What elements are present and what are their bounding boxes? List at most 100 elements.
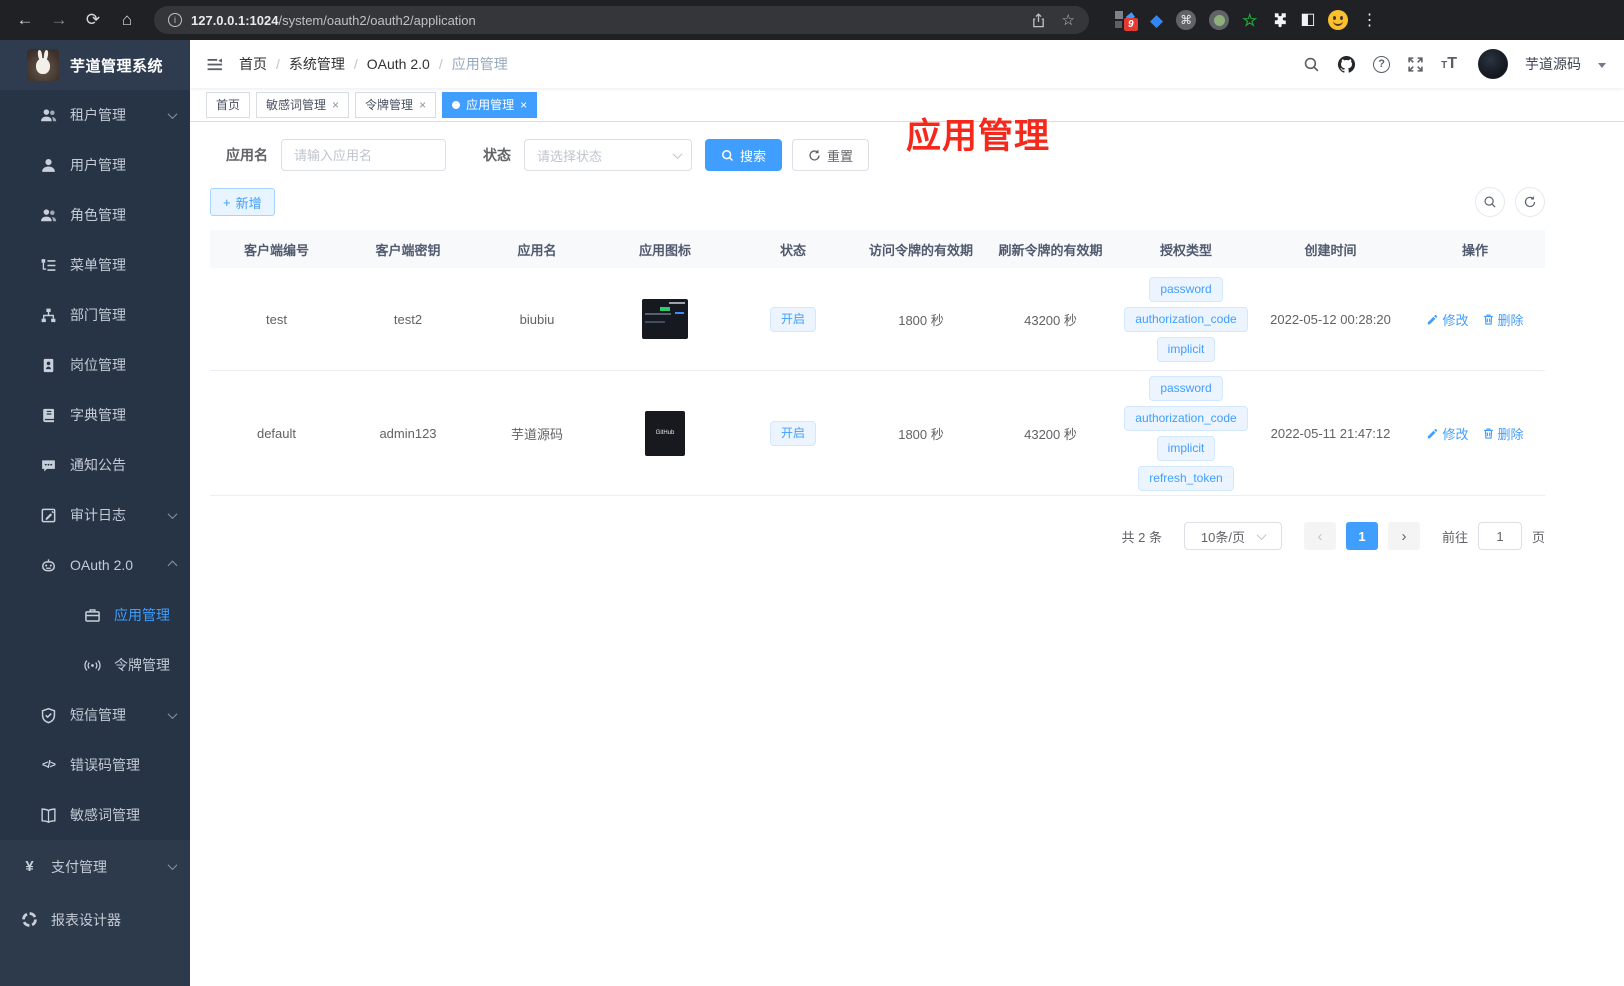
sidebar-item-sensitive-word[interactable]: 敏感词管理 (0, 790, 190, 840)
address-bar[interactable]: i 127.0.0.1:1024/system/oauth2/oauth2/ap… (154, 6, 1089, 34)
org-chart-icon (40, 307, 57, 324)
extensions-puzzle-icon[interactable] (1270, 12, 1287, 29)
close-icon[interactable]: × (419, 98, 426, 112)
sidebar-item-post[interactable]: 岗位管理 (0, 340, 190, 390)
sidebar-item-oauth2-application[interactable]: 应用管理 (0, 590, 190, 640)
search-button[interactable]: 搜索 (705, 139, 783, 171)
browser-extensions: ◆ 9 ◆ ⌘ ☆ ◧ ⋮ (1115, 9, 1377, 31)
code-icon: </> (42, 759, 56, 771)
page-size-select[interactable]: 10条/页 (1183, 522, 1282, 550)
sidebar-item-oauth2-token[interactable]: 令牌管理 (0, 640, 190, 690)
delete-button[interactable]: 删除 (1482, 310, 1524, 329)
red-annotation-label: 应用管理 (906, 117, 1051, 156)
users-icon (40, 107, 57, 124)
sidebar-item-report-designer[interactable]: 报表设计器 (0, 893, 190, 946)
close-icon[interactable]: × (332, 98, 339, 112)
sidebar-collapse-icon[interactable] (206, 56, 223, 73)
status-select[interactable]: 请选择状态 (524, 139, 692, 171)
sidebar-item-dict[interactable]: 字典管理 (0, 390, 190, 440)
pencil-icon (1428, 314, 1438, 324)
browser-chrome: ← → ⟳ ⌂ i 127.0.0.1:1024/system/oauth2/o… (0, 0, 1624, 40)
next-page-button[interactable]: › (1387, 522, 1420, 550)
page-number-button[interactable]: 1 (1345, 522, 1378, 550)
site-info-icon[interactable]: i (168, 13, 182, 27)
tab-sensitive-word[interactable]: 敏感词管理 × (256, 91, 350, 118)
chevron-down-icon (1256, 529, 1267, 540)
applications-table: 客户端编号 客户端密钥 应用名 应用图标 状态 访问令牌的有效期 刷新令牌的有效… (210, 230, 1545, 496)
sidebar-item-user[interactable]: 用户管理 (0, 140, 190, 190)
tab-token[interactable]: 令牌管理 × (355, 91, 437, 118)
note-edit-icon (40, 507, 57, 524)
browser-reload-button[interactable]: ⟳ (78, 5, 108, 35)
grant-tag: authorization_code (1124, 405, 1248, 431)
goto-page-input[interactable] (1477, 522, 1522, 550)
plus-icon: + (223, 194, 231, 210)
command-extension-icon[interactable]: ⌘ (1176, 10, 1197, 30)
delete-button[interactable]: 删除 (1482, 424, 1524, 443)
tab-application[interactable]: 应用管理 × (442, 91, 538, 118)
theme-toggle-icon[interactable]: ◧ (1300, 12, 1315, 28)
app-logo[interactable]: 芋道管理系统 (0, 40, 190, 90)
star-extension-icon[interactable]: ☆ (1242, 12, 1257, 29)
browser-back-button[interactable]: ← (10, 5, 40, 35)
breadcrumb-oauth[interactable]: OAuth 2.0 (367, 56, 430, 72)
sidebar-item-menu[interactable]: 菜单管理 (0, 240, 190, 290)
recorder-extension-icon[interactable] (1209, 10, 1230, 30)
sidebar-item-notice[interactable]: 通知公告 (0, 440, 190, 490)
sidebar-item-error-code[interactable]: </> 错误码管理 (0, 740, 190, 790)
github-icon[interactable] (1337, 55, 1356, 74)
table-toolbar: + 新增 (210, 187, 1545, 217)
sidebar-item-audit-log[interactable]: 审计日志 (0, 490, 190, 540)
shield-check-icon (40, 707, 57, 724)
table-header: 客户端编号 客户端密钥 应用名 应用图标 状态 访问令牌的有效期 刷新令牌的有效… (210, 230, 1545, 268)
header-search-icon[interactable] (1303, 56, 1320, 73)
sidebar-item-role[interactable]: 角色管理 (0, 190, 190, 240)
gem-extension-icon[interactable]: ◆ (1150, 12, 1163, 29)
briefcase-icon (84, 607, 101, 624)
share-icon[interactable] (1031, 12, 1046, 28)
chevron-down-icon (167, 108, 178, 119)
breadcrumb-home[interactable]: 首页 (239, 54, 267, 74)
sidebar-item-sms[interactable]: 短信管理 (0, 690, 190, 740)
browser-home-button[interactable]: ⌂ (112, 5, 142, 35)
pagination: 共 2 条 10条/页 ‹ 1 › 前往 页 (210, 522, 1545, 550)
book-icon (40, 407, 57, 424)
url-text: 127.0.0.1:1024/system/oauth2/oauth2/appl… (191, 12, 476, 28)
avatar[interactable] (1478, 49, 1508, 79)
sidebar: 芋道管理系统 租户管理 用户管理 角色管理 菜单管理 部门管理 岗位管理 字典管… (0, 40, 190, 986)
emoji-extension-icon[interactable] (1328, 10, 1349, 30)
browser-forward-button[interactable]: → (44, 5, 74, 35)
roles-icon (40, 207, 57, 224)
chevron-down-icon[interactable] (1598, 63, 1606, 68)
grant-tag: password (1149, 375, 1223, 401)
help-icon[interactable]: ? (1373, 55, 1391, 73)
edit-button[interactable]: 修改 (1426, 424, 1469, 443)
system-submenu: 租户管理 用户管理 角色管理 菜单管理 部门管理 岗位管理 字典管理 通知公告 … (0, 90, 190, 840)
app-name-input[interactable] (281, 139, 446, 171)
trash-icon (1483, 428, 1493, 439)
edit-button[interactable]: 修改 (1426, 310, 1469, 329)
app-icon-thumbnail: GitHub (645, 410, 685, 456)
reset-button[interactable]: 重置 (792, 139, 870, 171)
sidebar-item-pay[interactable]: ¥ 支付管理 (0, 840, 190, 893)
fullscreen-icon[interactable] (1407, 56, 1424, 73)
table-row: test test2 biubiu 开启 1800 秒 43200 秒 pass… (210, 268, 1545, 371)
sidebar-item-dept[interactable]: 部门管理 (0, 290, 190, 340)
sidebar-item-oauth2[interactable]: OAuth 2.0 (0, 540, 190, 590)
prev-page-button[interactable]: ‹ (1303, 522, 1336, 550)
status-label: 状态 (483, 147, 511, 163)
refresh-button[interactable] (1515, 187, 1545, 217)
close-icon[interactable]: × (520, 98, 527, 112)
font-size-icon[interactable]: TT (1441, 55, 1457, 73)
toggle-search-button[interactable] (1475, 187, 1505, 217)
tree-list-icon (40, 257, 57, 274)
tab-manager-extension-icon[interactable]: ◆ 9 (1115, 9, 1138, 31)
breadcrumb-system[interactable]: 系统管理 (289, 54, 345, 74)
sidebar-item-tenant[interactable]: 租户管理 (0, 90, 190, 140)
tab-home[interactable]: 首页 (206, 91, 251, 118)
pencil-icon (1428, 428, 1438, 438)
browser-menu-icon[interactable]: ⋮ (1361, 10, 1377, 30)
bookmark-star-icon[interactable]: ☆ (1062, 11, 1075, 29)
extension-badge: 9 (1124, 18, 1138, 31)
add-button[interactable]: + 新增 (210, 188, 275, 216)
